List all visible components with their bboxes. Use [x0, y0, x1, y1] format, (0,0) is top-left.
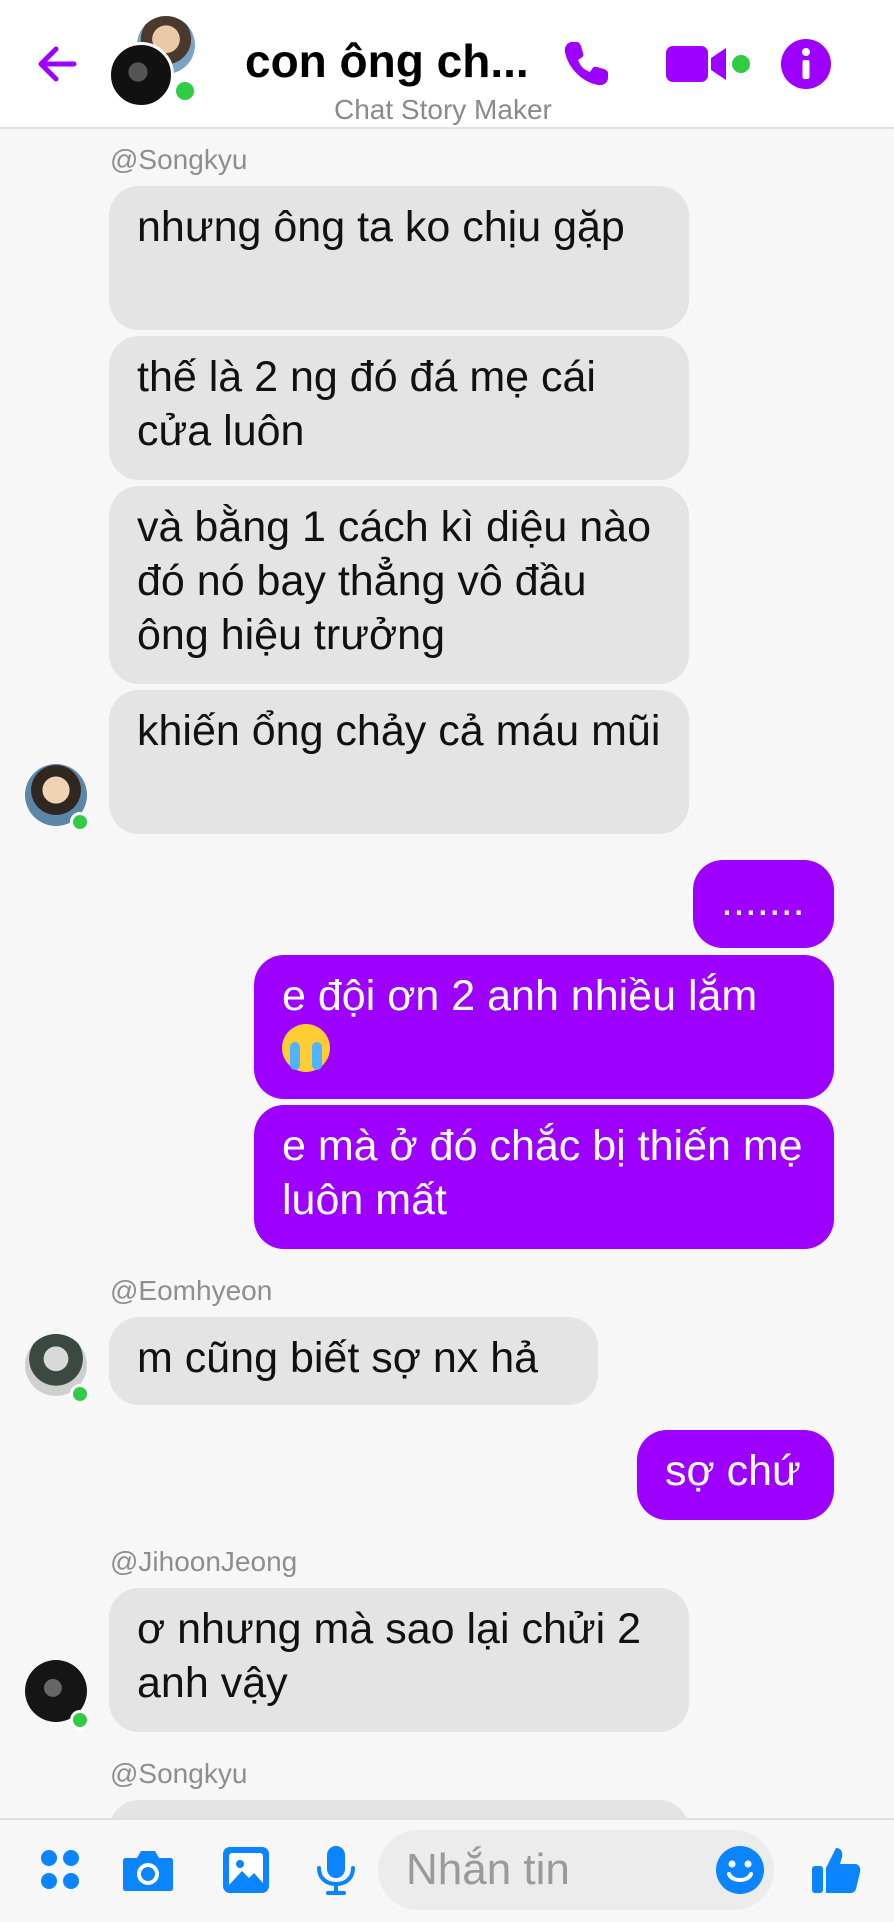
- sender-username: @Songkyu: [110, 1758, 248, 1789]
- outgoing-message[interactable]: sợ chứ: [637, 1430, 834, 1520]
- sender-username: @Songkyu: [110, 144, 248, 175]
- incoming-message[interactable]: khiến ổng chảy cả máu mũi: [109, 690, 689, 834]
- sender-username: @Eomhyeon: [110, 1275, 273, 1306]
- microphone-icon[interactable]: [308, 1842, 364, 1898]
- online-status-dot: [173, 79, 197, 103]
- incoming-message[interactable]: nhưng ông ta ko chịu gặp: [109, 186, 689, 330]
- chat-title[interactable]: con ông ch...: [245, 34, 529, 88]
- info-icon[interactable]: [778, 36, 834, 92]
- incoming-message[interactable]: ơ nhưng mà sao lại chửi 2 anh vậy: [109, 1588, 689, 1732]
- apps-icon[interactable]: [32, 1842, 88, 1898]
- online-status-dot: [70, 1384, 90, 1404]
- chat-subtitle: Chat Story Maker: [334, 94, 552, 125]
- group-avatar-2[interactable]: [108, 42, 174, 108]
- emoji-icon[interactable]: [712, 1842, 768, 1898]
- camera-icon[interactable]: [120, 1842, 176, 1898]
- video-camera-icon[interactable]: [664, 36, 754, 92]
- composer-bar: [0, 1818, 894, 1922]
- outgoing-message[interactable]: e mà ở đó chắc bị thiến mẹ luôn mất: [254, 1105, 834, 1249]
- crying-face-icon: [282, 1024, 330, 1072]
- outgoing-message[interactable]: .......: [693, 860, 834, 948]
- incoming-message[interactable]: thế là 2 ng đó đá mẹ cái cửa luôn: [109, 336, 689, 480]
- online-status-dot: [70, 812, 90, 832]
- outgoing-message[interactable]: e đội ơn 2 anh nhiều lắm: [254, 955, 834, 1099]
- sender-username: @JihoonJeong: [110, 1546, 298, 1577]
- online-status-dot: [70, 1710, 90, 1730]
- chat-header: con ông ch... Chat Story Maker: [0, 0, 894, 129]
- outgoing-message-text: e đội ơn 2 anh nhiều lắm: [282, 972, 758, 1020]
- incoming-message[interactable]: m cũng biết sợ nx hả: [109, 1317, 598, 1405]
- thumbs-up-icon[interactable]: [808, 1842, 864, 1898]
- incoming-message[interactable]: và bằng 1 cách kì diệu nào đó nó bay thẳ…: [109, 486, 689, 684]
- gallery-icon[interactable]: [218, 1842, 274, 1898]
- phone-icon[interactable]: [558, 36, 614, 92]
- back-arrow-icon[interactable]: [30, 36, 86, 92]
